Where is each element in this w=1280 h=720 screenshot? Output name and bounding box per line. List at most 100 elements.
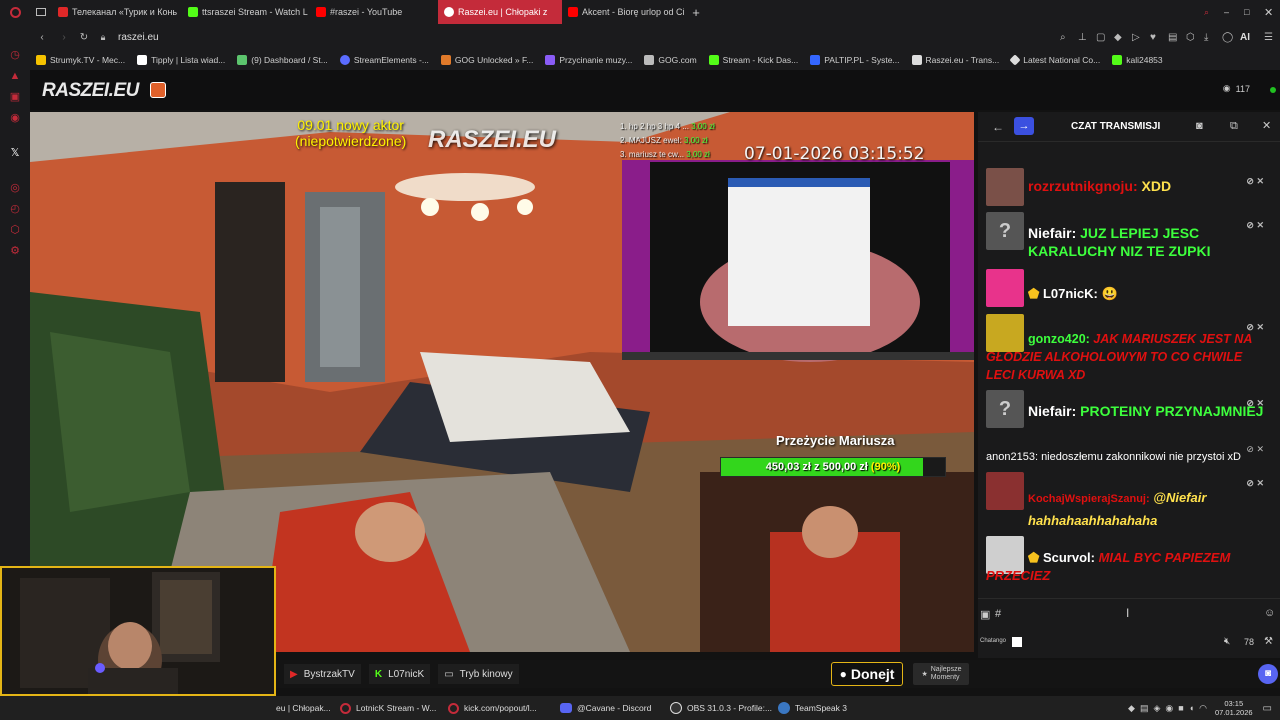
taskbar-item[interactable]: OBS 31.0.3 - Profile:... — [670, 702, 774, 714]
extensions-puzzle-icon[interactable]: ⬡ — [1186, 32, 1204, 43]
taskbar-item[interactable]: kick.com/popout/l... — [448, 702, 552, 714]
tray-network-icon[interactable]: ▤ — [1140, 703, 1149, 714]
bookmark[interactable]: GOG Unlocked » F... — [435, 55, 539, 65]
notification-icon[interactable]: ▭ — [1263, 703, 1272, 714]
browser-tab[interactable]: Akcent - Biorę urlop od Ci — [562, 0, 686, 24]
forward-icon[interactable]: › — [54, 32, 74, 43]
extensions-icon[interactable]: ⬡ — [9, 223, 22, 236]
url-field[interactable]: raszei.eu — [112, 32, 1060, 43]
back-icon[interactable]: ‹ — [30, 32, 54, 43]
profile-icon[interactable]: ◯ — [1222, 32, 1240, 43]
site-logo[interactable]: RASZEI.EU — [42, 80, 139, 102]
chat-back-icon[interactable]: ← — [992, 120, 1004, 134]
ai-button[interactable]: AI — [1240, 32, 1264, 43]
bookmark[interactable]: Stream - Kick Das... — [703, 55, 805, 65]
browser-tab[interactable]: ttsraszei Stream - Watch L — [182, 0, 310, 24]
tray-app2-icon[interactable]: ■ — [1178, 703, 1183, 714]
hashtag-button[interactable]: # — [995, 608, 1001, 620]
taskbar-item[interactable]: @Cavane - Discord — [560, 703, 664, 713]
messenger-icon[interactable]: ▣ — [9, 90, 22, 103]
history-icon[interactable]: ◴ — [9, 202, 22, 215]
bookmark[interactable]: Latest National Co... — [1005, 54, 1106, 66]
chat-mod-icons[interactable]: ⊘ ✕ — [1246, 394, 1264, 412]
tray-shield-icon[interactable]: ◈ — [1153, 703, 1160, 714]
bookmark-favicon-icon — [237, 55, 248, 65]
bookmark[interactable]: Tipply | Lista wiad... — [131, 55, 231, 65]
chat-message: ? Niefair: PROTEINY PRZYNAJMNIEJ ⊘ ✕ — [986, 390, 1274, 428]
settings-wrench-icon[interactable]: ⚒ — [1264, 636, 1273, 647]
shield-icon[interactable]: ◆ — [1114, 32, 1132, 43]
chat-forward-icon[interactable]: → — [1014, 117, 1034, 135]
chat-close-icon[interactable]: ✕ — [1262, 119, 1271, 132]
opera-icon — [448, 702, 459, 714]
discord-icon[interactable]: ◙ — [1196, 120, 1203, 132]
browser-tab-active[interactable]: Raszei.eu | Chłopaki z — [438, 0, 562, 24]
bookmark[interactable]: StreamElements -... — [334, 55, 435, 65]
maximize-icon[interactable]: □ — [1238, 0, 1258, 24]
goal-title: Przeżycie Mariusza — [776, 433, 895, 448]
snapshot-icon[interactable]: ▢ — [1096, 32, 1114, 43]
tray-app-icon[interactable]: ◆ — [1128, 703, 1135, 714]
taskbar-clock[interactable]: 03:15 07.01.2026 — [1215, 699, 1253, 717]
bookmark[interactable]: kali24853 — [1106, 55, 1168, 65]
menu-icon[interactable]: ☰ — [1264, 32, 1280, 43]
bookmark-favicon-icon — [708, 55, 719, 65]
bookmarks-bar: Strumyk.TV - Mec... Tipply | Lista wiad.… — [30, 50, 1280, 70]
bookmark[interactable]: Strumyk.TV - Mec... — [30, 55, 131, 65]
tray-steam-icon[interactable]: ◉ — [1165, 703, 1173, 714]
wallet-icon[interactable]: ▤ — [1168, 32, 1186, 43]
close-window-icon[interactable]: ✕ — [1258, 0, 1280, 24]
settings-gear-icon[interactable]: ⚙ — [9, 244, 22, 257]
player-icon[interactable]: ◎ — [9, 181, 22, 194]
aria-icon[interactable]: ▲ — [9, 69, 22, 82]
chat-mod-icons[interactable]: ⊘ ✕ — [1246, 172, 1264, 190]
emoji-icon[interactable]: ☺ — [1264, 607, 1275, 619]
trophy-icon: ★ — [921, 671, 928, 678]
chat-mod-icons[interactable]: ⊘ ✕ — [1246, 474, 1264, 492]
taskbar-item[interactable]: LotnicK Stream - W... — [340, 702, 442, 714]
popout-icon[interactable]: ⧉ — [1230, 120, 1238, 133]
channel-button[interactable]: K L07nicK — [368, 664, 431, 684]
bookmark[interactable]: GOG.com — [638, 55, 702, 65]
site-app-icon[interactable] — [150, 82, 166, 98]
reload-icon[interactable]: ↻ — [74, 32, 94, 43]
tray-volume-icon[interactable]: ◖ — [1189, 703, 1194, 714]
pin-icon[interactable]: ⊥ — [1078, 32, 1096, 43]
speed-dial-icon[interactable]: ◷ — [9, 48, 22, 61]
instagram-icon[interactable]: ◉ — [9, 111, 22, 124]
taskbar-item[interactable]: TeamSpeak 3 — [778, 702, 858, 714]
bookmark[interactable]: PALTIP.PL - Syste... — [804, 55, 905, 65]
chat-mod-icons[interactable]: ⊘ ✕ — [1246, 318, 1264, 336]
player-play-icon[interactable]: ▷ — [1132, 32, 1150, 43]
taskbar-item[interactable]: eu | Chłopak... — [276, 703, 336, 713]
chat-title: CZAT TRANSMISJI — [1071, 121, 1161, 132]
x-twitter-icon[interactable]: 𝕏 — [9, 146, 22, 159]
tab-list-icon[interactable] — [30, 0, 52, 24]
bookmark[interactable]: (9) Dashboard / St... — [231, 55, 334, 65]
minimize-icon[interactable]: – — [1218, 0, 1238, 24]
mute-icon[interactable]: 🔇︎ — [1224, 636, 1230, 647]
opera-menu-icon[interactable] — [0, 0, 30, 24]
browser-tab[interactable]: Телеканал «Турик и Конь — [52, 0, 182, 24]
chat-mod-icons[interactable]: ⊘ ✕ — [1246, 216, 1264, 234]
bookmark-favicon-icon — [440, 55, 451, 65]
donate-button[interactable]: ● Donejt — [830, 662, 904, 686]
new-tab-button[interactable]: + — [686, 0, 706, 24]
bookmark-favicon-icon — [810, 55, 821, 65]
camera-icon[interactable]: ▣ — [980, 608, 990, 621]
channel-button[interactable]: ▶ BystrzakTV — [284, 664, 361, 684]
tray-wifi-icon[interactable]: ◠ — [1199, 703, 1207, 714]
best-moments-button[interactable]: ★ Najlepsze Momenty — [913, 663, 970, 685]
zoom-icon[interactable]: ⌕ — [1060, 32, 1078, 43]
browser-tab[interactable]: #raszei - YouTube — [310, 0, 438, 24]
discord-widget-icon[interactable]: ◙ — [1258, 664, 1278, 684]
chat-input[interactable] — [1008, 603, 1260, 625]
download-icon[interactable]: ⤓ — [1204, 32, 1222, 43]
cinema-mode-button[interactable]: ▭ Tryb kinowy — [438, 664, 519, 684]
search-tabs-icon[interactable]: ⌕ — [1198, 0, 1218, 24]
bookmark[interactable]: Przycinanie muzy... — [539, 55, 638, 65]
heart-icon[interactable]: ♥ — [1150, 32, 1168, 43]
bookmark[interactable]: Raszei.eu - Trans... — [906, 55, 1006, 65]
eye-icon: ◉ — [1222, 83, 1231, 93]
chat-mod-icons[interactable]: ⊘ ✕ — [1246, 440, 1264, 458]
